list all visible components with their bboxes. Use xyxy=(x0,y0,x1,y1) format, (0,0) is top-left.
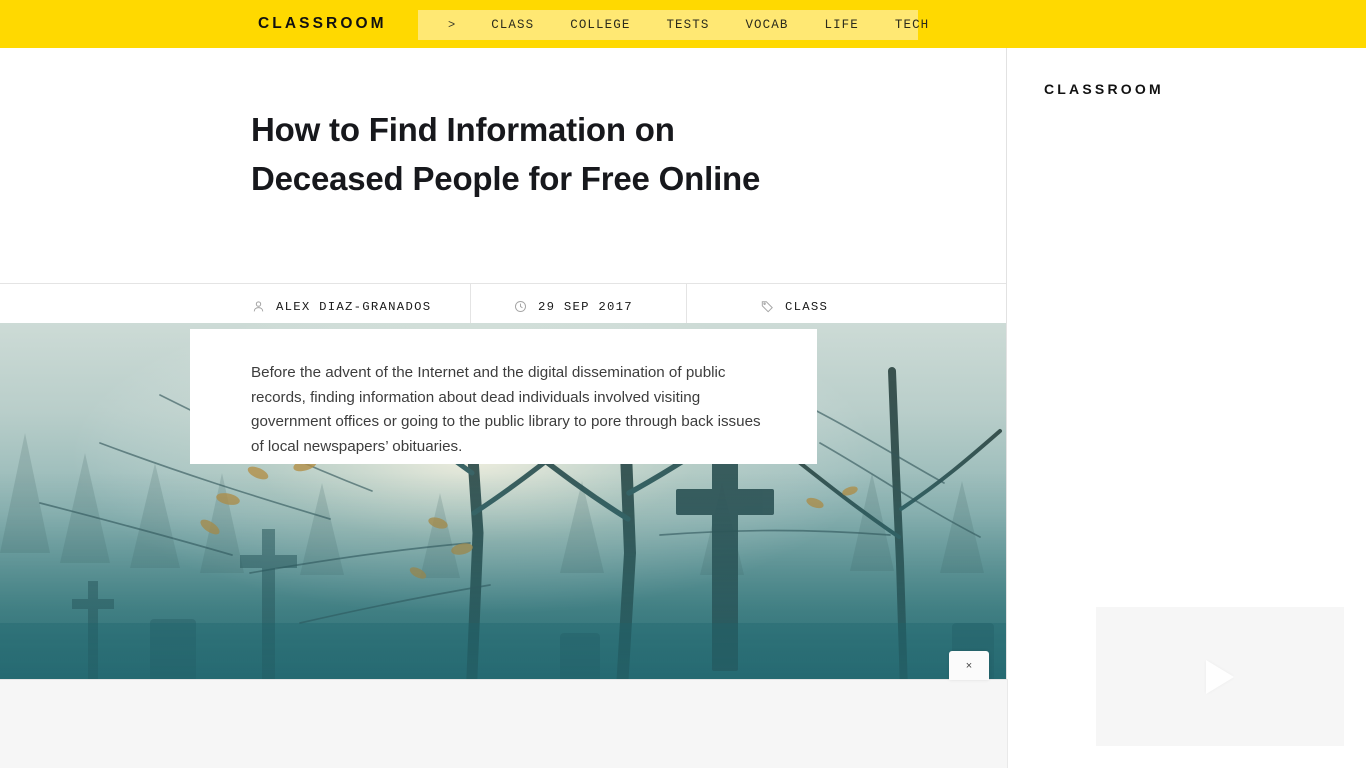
tag-icon xyxy=(760,300,774,314)
nav-item-tech[interactable]: TECH xyxy=(877,18,947,32)
page-title: How to Find Information on Deceased Peop… xyxy=(251,111,761,197)
clock-icon xyxy=(513,300,527,314)
sidebar-video-player[interactable] xyxy=(1096,607,1344,746)
play-icon[interactable] xyxy=(1206,659,1234,694)
close-icon[interactable]: × xyxy=(949,651,989,680)
category-name: CLASS xyxy=(785,299,829,314)
nav-item-class[interactable]: CLASS xyxy=(455,18,552,32)
column-divider xyxy=(1006,48,1007,768)
nav-item-tests[interactable]: TESTS xyxy=(648,18,727,32)
nav-caret-icon: > xyxy=(448,18,456,32)
publish-date: 29 SEP 2017 xyxy=(538,299,633,314)
primary-nav-panel: > CLASS COLLEGE TESTS VOCAB LIFE TECH xyxy=(418,10,928,40)
author-name: ALEX DIAZ-GRANADOS xyxy=(276,299,432,314)
sidebar-logo[interactable]: CLASSROOM xyxy=(1044,81,1164,97)
article-excerpt: Before the advent of the Internet and th… xyxy=(251,364,761,455)
nav-item-college[interactable]: COLLEGE xyxy=(552,18,648,32)
site-logo[interactable]: CLASSROOM xyxy=(258,15,387,33)
right-sidebar: CLASSROOM xyxy=(1007,48,1366,768)
nav-item-vocab[interactable]: VOCAB xyxy=(727,18,806,32)
primary-nav: > CLASS COLLEGE TESTS VOCAB LIFE TECH xyxy=(418,10,947,40)
person-icon xyxy=(251,300,265,314)
article-excerpt-card: Before the advent of the Internet and th… xyxy=(190,329,817,464)
nav-item-life[interactable]: LIFE xyxy=(806,18,876,32)
article-main-column: How to Find Information on Deceased Peop… xyxy=(0,48,1007,768)
site-header: CLASSROOM > CLASS COLLEGE TESTS VOCAB LI… xyxy=(0,0,1366,48)
bottom-sticky-panel[interactable] xyxy=(0,679,1008,768)
